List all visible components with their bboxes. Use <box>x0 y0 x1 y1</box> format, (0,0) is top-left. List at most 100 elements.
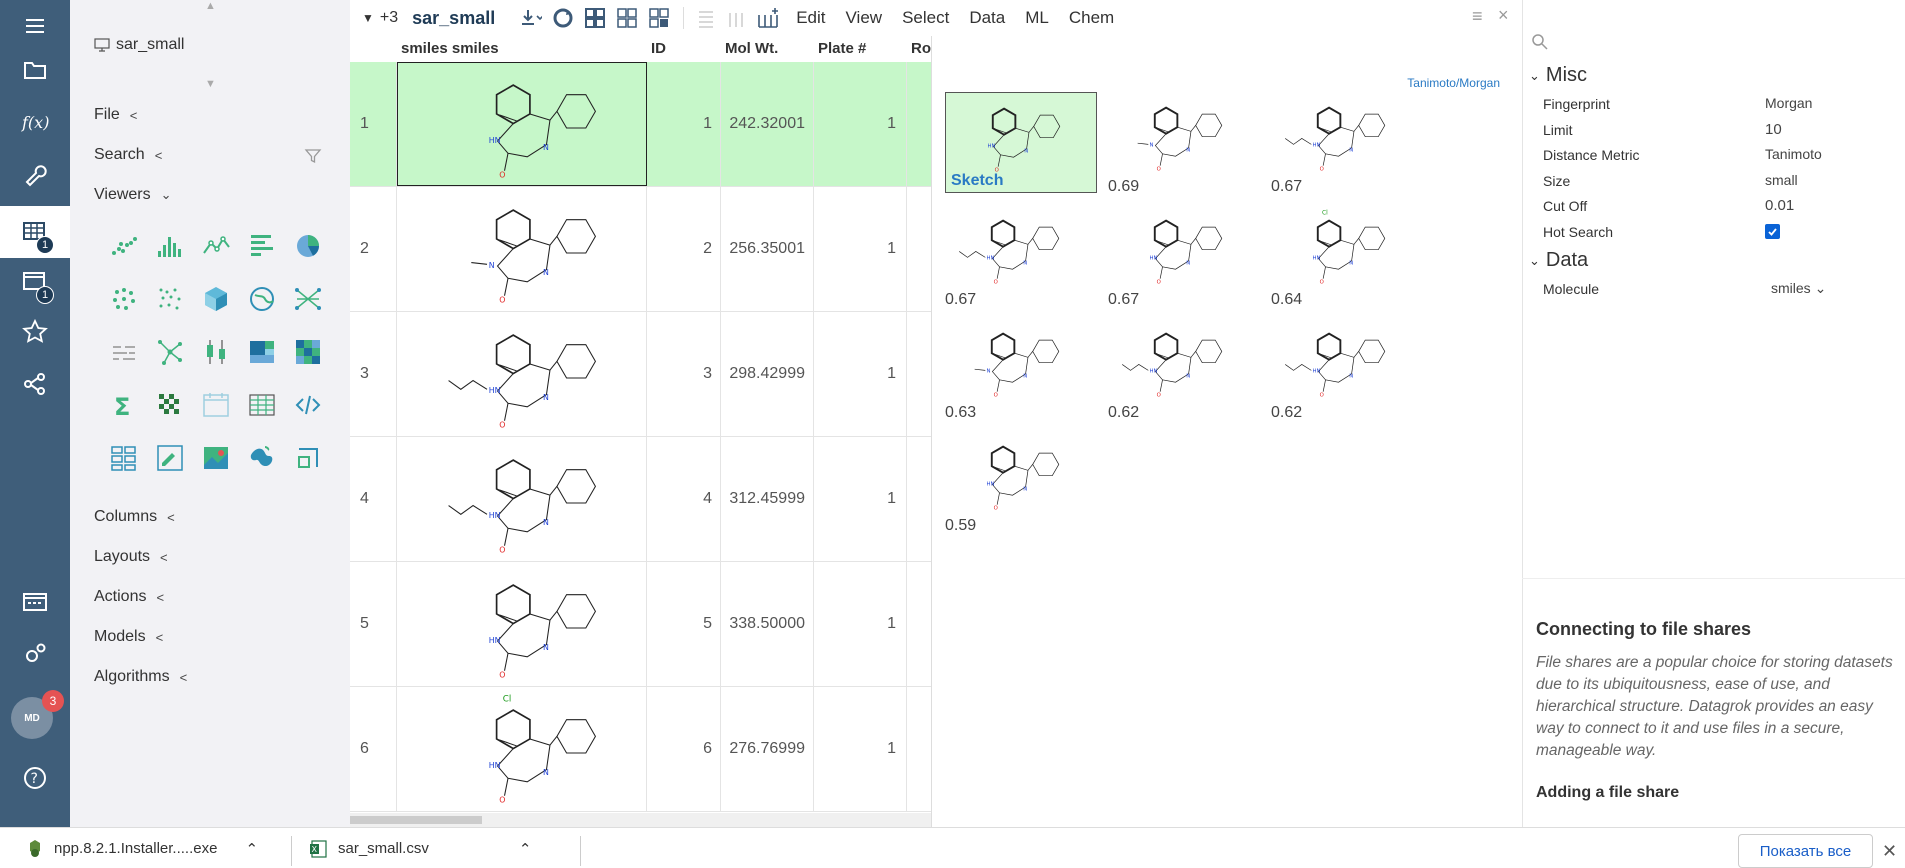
section-algorithms[interactable]: Algorithms < <box>94 668 187 686</box>
map-icon[interactable] <box>198 440 234 476</box>
cell-mol-wt[interactable]: 276.76999 <box>721 687 814 811</box>
header-smiles[interactable]: smiles smiles <box>397 36 647 62</box>
cell-plate[interactable]: 1 <box>814 62 907 186</box>
table-row[interactable]: 4 N HN O 4 312.45999 1 <box>350 437 931 562</box>
filter-icon[interactable] <box>304 147 322 165</box>
section-data[interactable]: ⌄ Data <box>1529 249 1588 272</box>
search-icon[interactable] <box>1531 33 1549 51</box>
download-icon[interactable] <box>517 4 545 32</box>
cell-plate[interactable]: 1 <box>814 687 907 811</box>
cell-row[interactable] <box>907 62 931 186</box>
dashboard-icon[interactable]: 1 <box>0 256 70 308</box>
table-row[interactable]: 2 N N O 2 256.35001 1 <box>350 187 931 312</box>
section-search[interactable]: Search < <box>94 146 162 164</box>
heat-map-icon[interactable] <box>290 334 326 370</box>
table-title[interactable]: sar_small <box>412 8 495 29</box>
section-misc[interactable]: ⌄ Misc <box>1529 64 1587 87</box>
header-id[interactable]: ID <box>647 36 721 62</box>
cell-molecule[interactable]: N HN O <box>397 562 647 686</box>
wrench-icon[interactable] <box>0 148 70 200</box>
row-index[interactable]: 1 <box>350 62 397 186</box>
cell-molecule[interactable]: N HN O <box>397 312 647 436</box>
cell-mol-wt[interactable]: 312.45999 <box>721 437 814 561</box>
histogram-icon[interactable] <box>152 228 188 264</box>
chevron-up-icon[interactable]: ⌃ <box>245 840 258 858</box>
refresh-icon[interactable] <box>549 4 577 32</box>
matrix-plot-icon[interactable] <box>152 387 188 423</box>
horizontal-scrollbar[interactable] <box>350 813 931 827</box>
cell-plate[interactable]: 1 <box>814 437 907 561</box>
close-icon[interactable]: × <box>1498 5 1509 26</box>
menu-select[interactable]: Select <box>902 8 949 28</box>
row-index[interactable]: 4 <box>350 437 397 561</box>
box-plot-icon[interactable] <box>198 334 234 370</box>
correlation-icon[interactable] <box>106 334 142 370</box>
close-icon[interactable]: ✕ <box>1882 841 1897 862</box>
scroll-thumb[interactable] <box>350 816 482 824</box>
prop-value[interactable]: small <box>1765 172 1798 188</box>
table-row[interactable]: 6 N HN O Cl 6 276.76999 1 <box>350 687 931 812</box>
more-tabs[interactable]: +3 <box>380 9 398 27</box>
table-icon[interactable]: 1 <box>0 206 70 258</box>
chevron-up-icon[interactable]: ⌃ <box>519 840 532 858</box>
layout-dock-icon[interactable] <box>645 4 673 32</box>
line-chart-icon[interactable] <box>198 228 234 264</box>
similar-molecule-card[interactable]: N HN O 0.67 <box>1108 205 1263 309</box>
similar-molecule-card[interactable]: N HN O 0.67 <box>945 205 1100 309</box>
grid-icon[interactable] <box>244 387 280 423</box>
layout-grid-icon[interactable] <box>581 4 609 32</box>
cell-row[interactable] <box>907 687 931 811</box>
table-row[interactable]: 3 N HN O 3 298.42999 1 <box>350 312 931 437</box>
section-viewers[interactable]: Viewers ⌄ <box>94 186 172 204</box>
cell-mol-wt[interactable]: 242.32001 <box>721 62 814 186</box>
tree-icon[interactable] <box>152 334 188 370</box>
cell-mol-wt[interactable]: 298.42999 <box>721 312 814 436</box>
cell-mol-wt[interactable]: 256.35001 <box>721 187 814 311</box>
cell-row[interactable] <box>907 187 931 311</box>
prop-value[interactable]: 10 <box>1765 121 1782 138</box>
similar-molecule-card[interactable]: N N O 0.69 <box>1108 92 1263 196</box>
scroll-up-icon[interactable]: ▲ <box>205 0 216 12</box>
calendar-icon[interactable] <box>198 387 234 423</box>
similarity-method[interactable]: Tanimoto/Morgan <box>1407 76 1500 90</box>
cell-row[interactable] <box>907 437 931 561</box>
code-icon[interactable] <box>290 387 326 423</box>
row-index[interactable]: 6 <box>350 687 397 811</box>
scatter-plot-icon[interactable] <box>106 228 142 264</box>
add-column-icon[interactable] <box>722 4 750 32</box>
cell-molecule[interactable]: N HN O <box>397 437 647 561</box>
similar-molecule-card[interactable]: N HN O 0.67 <box>1271 92 1426 196</box>
table-row[interactable]: 5 N HN O 5 338.50000 1 <box>350 562 931 687</box>
cell-mol-wt[interactable]: 338.50000 <box>721 562 814 686</box>
folder-icon[interactable] <box>0 44 70 96</box>
cell-id[interactable]: 6 <box>647 687 721 811</box>
shape-map-icon[interactable] <box>290 440 326 476</box>
similar-molecule-card[interactable]: N HN O Cl 0.64 <box>1271 205 1426 309</box>
bar-chart-icon[interactable] <box>244 228 280 264</box>
menu-chem[interactable]: Chem <box>1069 8 1114 28</box>
show-all-button[interactable]: Показать все <box>1738 834 1873 868</box>
menu-data[interactable]: Data <box>969 8 1005 28</box>
prop-value[interactable]: Tanimoto <box>1765 146 1822 162</box>
cube-icon[interactable] <box>198 281 234 317</box>
header-row[interactable]: Row <box>907 36 931 62</box>
molecule-select[interactable]: smiles ⌄ <box>1771 280 1826 297</box>
project-item[interactable]: sar_small <box>94 36 184 54</box>
prop-value[interactable]: 0.01 <box>1765 197 1794 214</box>
download-item[interactable]: X sar_small.csv ⌃ <box>310 828 531 868</box>
row-index[interactable]: 5 <box>350 562 397 686</box>
prop-value[interactable]: Morgan <box>1765 95 1812 111</box>
cell-molecule[interactable]: N HN O <box>397 62 647 186</box>
density-plot-icon[interactable] <box>152 281 188 317</box>
add-row-icon[interactable] <box>690 4 718 32</box>
hot-search-checkbox[interactable] <box>1765 223 1780 239</box>
similar-molecule-card[interactable]: N N O 0.63 <box>945 318 1100 422</box>
row-index[interactable]: 3 <box>350 312 397 436</box>
menu-view[interactable]: View <box>846 8 883 28</box>
insert-column-icon[interactable] <box>754 4 782 32</box>
cell-id[interactable]: 4 <box>647 437 721 561</box>
cell-id[interactable]: 1 <box>647 62 721 186</box>
similar-molecule-card[interactable]: N HN O 0.62 <box>1108 318 1263 422</box>
globe-icon[interactable] <box>244 281 280 317</box>
function-icon[interactable]: f(x) <box>0 96 70 148</box>
